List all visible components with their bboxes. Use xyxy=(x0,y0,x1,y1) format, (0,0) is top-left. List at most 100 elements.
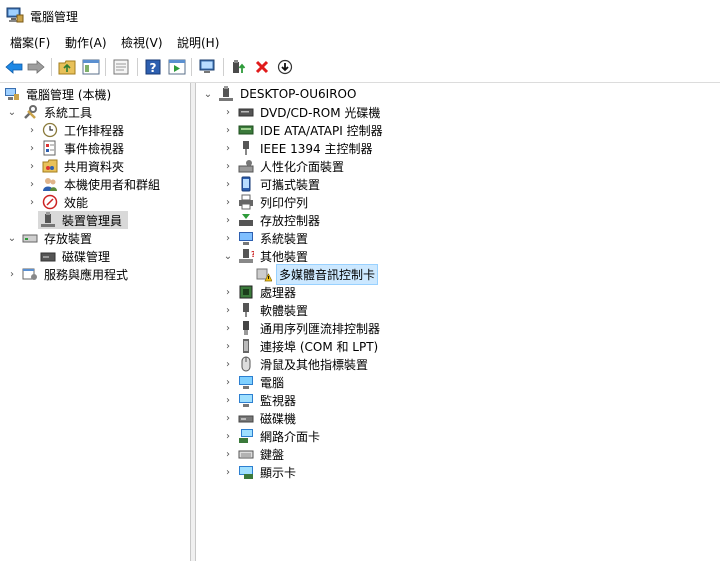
device-category-computer[interactable]: › 電腦 xyxy=(222,373,286,391)
chevron-right-icon[interactable]: › xyxy=(222,286,234,298)
uninstall-icon[interactable] xyxy=(252,57,272,77)
chevron-right-icon[interactable]: › xyxy=(222,430,234,442)
properties-icon[interactable] xyxy=(111,57,131,77)
action-pane-icon[interactable] xyxy=(167,57,187,77)
tree-item-system-tools[interactable]: ⌄ 系統工具 xyxy=(6,103,94,121)
tree-item-task-scheduler[interactable]: › 工作排程器 xyxy=(26,121,126,139)
tree-item-device-manager[interactable]: 裝置管理員 xyxy=(38,211,129,229)
device-label: 磁碟機 xyxy=(260,411,297,426)
back-icon[interactable] xyxy=(4,57,24,77)
chevron-right-icon[interactable]: › xyxy=(222,142,234,154)
device-category-ports[interactable]: › 連接埠 (COM 和 LPT) xyxy=(222,337,380,355)
chevron-right-icon[interactable]: › xyxy=(222,178,234,190)
disable-icon[interactable] xyxy=(275,57,295,77)
device-category-print-queue[interactable]: › 列印佇列 xyxy=(222,193,310,211)
window-title: 電腦管理 xyxy=(30,10,79,24)
device-category-software[interactable]: › 軟體裝置 xyxy=(222,301,310,319)
device-category-hid[interactable]: › 人性化介面裝置 xyxy=(222,157,346,175)
device-category-network[interactable]: › 網路介面卡 xyxy=(222,427,322,445)
tree-item-shared-folders[interactable]: › 共用資料夾 xyxy=(26,157,126,175)
device-label: 鍵盤 xyxy=(260,447,285,462)
tree-item-local-users-groups[interactable]: › 本機使用者和群組 xyxy=(26,175,162,193)
chevron-down-icon[interactable]: ⌄ xyxy=(222,250,234,262)
device-tree: ⌄ DESKTOP-OU6IROO › DVD/CD-ROM 光碟機 › IDE… xyxy=(196,83,720,561)
chevron-right-icon[interactable]: › xyxy=(222,196,234,208)
chevron-right-icon[interactable]: › xyxy=(222,340,234,352)
chevron-right-icon[interactable]: › xyxy=(222,448,234,460)
chevron-right-icon[interactable]: › xyxy=(222,466,234,478)
network-adapter-icon xyxy=(238,428,254,444)
device-label: IDE ATA/ATAPI 控制器 xyxy=(260,123,383,138)
chevron-right-icon[interactable]: › xyxy=(222,232,234,244)
chevron-right-icon[interactable]: › xyxy=(26,178,38,190)
chevron-down-icon[interactable]: ⌄ xyxy=(6,106,18,118)
chevron-right-icon[interactable]: › xyxy=(6,268,18,280)
chevron-right-icon[interactable]: › xyxy=(222,214,234,226)
chevron-right-icon[interactable]: › xyxy=(222,304,234,316)
menu-view[interactable]: 檢視(V) xyxy=(119,34,165,51)
tree-item-event-viewer[interactable]: › 事件檢視器 xyxy=(26,139,126,157)
mouse-icon xyxy=(238,356,254,372)
device-category-ide[interactable]: › IDE ATA/ATAPI 控制器 xyxy=(222,121,385,139)
device-category-disk-drives[interactable]: › 磁碟機 xyxy=(222,409,298,427)
menu-file[interactable]: 檔案(F) xyxy=(8,34,52,51)
chevron-right-icon[interactable]: › xyxy=(222,106,234,118)
menu-help[interactable]: 說明(H) xyxy=(175,34,221,51)
chevron-right-icon[interactable]: › xyxy=(26,160,38,172)
tree-item-disk-management[interactable]: 磁碟管理 xyxy=(38,247,112,265)
chevron-right-icon[interactable]: › xyxy=(26,142,38,154)
device-root[interactable]: ⌄ DESKTOP-OU6IROO xyxy=(202,85,358,103)
device-category-keyboards[interactable]: › 鍵盤 xyxy=(222,445,286,463)
chevron-down-icon[interactable]: ⌄ xyxy=(202,88,214,100)
chevron-down-icon[interactable]: ⌄ xyxy=(6,232,18,244)
chevron-right-icon[interactable]: › xyxy=(222,124,234,136)
device-category-system[interactable]: › 系統裝置 xyxy=(222,229,310,247)
software-device-icon xyxy=(238,302,254,318)
menu-action[interactable]: 動作(A) xyxy=(63,34,109,51)
chevron-right-icon[interactable]: › xyxy=(222,394,234,406)
chevron-right-icon[interactable]: › xyxy=(26,196,38,208)
device-category-usb[interactable]: › 通用序列匯流排控制器 xyxy=(222,319,382,337)
device-category-processors[interactable]: › 處理器 xyxy=(222,283,298,301)
device-category-ieee1394[interactable]: › IEEE 1394 主控制器 xyxy=(222,139,374,157)
storage-icon xyxy=(22,230,38,246)
device-label: 滑鼠及其他指標裝置 xyxy=(260,357,369,372)
chevron-right-icon[interactable]: › xyxy=(222,322,234,334)
tree-item-performance[interactable]: › 效能 xyxy=(26,193,90,211)
tree-item-storage[interactable]: ⌄ 存放裝置 xyxy=(6,229,94,247)
tree-label: 事件檢視器 xyxy=(64,141,125,156)
tree-label: 磁碟管理 xyxy=(62,249,111,264)
monitor-icon xyxy=(238,392,254,408)
printer-icon xyxy=(238,194,254,210)
device-category-other[interactable]: ⌄ ? 其他裝置 xyxy=(222,247,310,265)
forward-icon[interactable] xyxy=(26,57,46,77)
chevron-right-icon[interactable]: › xyxy=(222,358,234,370)
device-label: 監視器 xyxy=(260,393,297,408)
tree-item-computer-management[interactable]: 電腦管理 (本機) xyxy=(2,85,113,103)
device-category-monitors[interactable]: › 監視器 xyxy=(222,391,298,409)
tree-label: 本機使用者和群組 xyxy=(64,177,161,192)
computer-management-icon xyxy=(4,86,20,102)
tree-label: 共用資料夾 xyxy=(64,159,125,174)
help-icon[interactable]: ? xyxy=(143,57,163,77)
up-folder-icon[interactable] xyxy=(57,57,77,77)
scan-hardware-icon[interactable] xyxy=(197,57,217,77)
device-label: 系統裝置 xyxy=(260,231,309,246)
device-category-storage-controllers[interactable]: › 存放控制器 xyxy=(222,211,322,229)
tools-icon xyxy=(22,104,38,120)
device-label: 通用序列匯流排控制器 xyxy=(260,321,381,336)
other-devices-icon: ? xyxy=(238,248,256,264)
show-tree-icon[interactable] xyxy=(81,57,101,77)
device-category-dvd[interactable]: › DVD/CD-ROM 光碟機 xyxy=(222,103,382,121)
device-category-mice[interactable]: › 滑鼠及其他指標裝置 xyxy=(222,355,370,373)
device-category-display-adapters[interactable]: › 顯示卡 xyxy=(222,463,298,481)
update-driver-icon[interactable] xyxy=(229,57,249,77)
tree-item-services-apps[interactable]: › 服務與應用程式 xyxy=(6,265,130,283)
chevron-right-icon[interactable]: › xyxy=(222,160,234,172)
chevron-right-icon[interactable]: › xyxy=(222,376,234,388)
device-multimedia-audio[interactable]: 多媒體音訊控制卡 xyxy=(252,263,379,285)
tree-label: 效能 xyxy=(64,195,89,210)
device-category-portable[interactable]: › 可攜式裝置 xyxy=(222,175,322,193)
chevron-right-icon[interactable]: › xyxy=(26,124,38,136)
chevron-right-icon[interactable]: › xyxy=(222,412,234,424)
